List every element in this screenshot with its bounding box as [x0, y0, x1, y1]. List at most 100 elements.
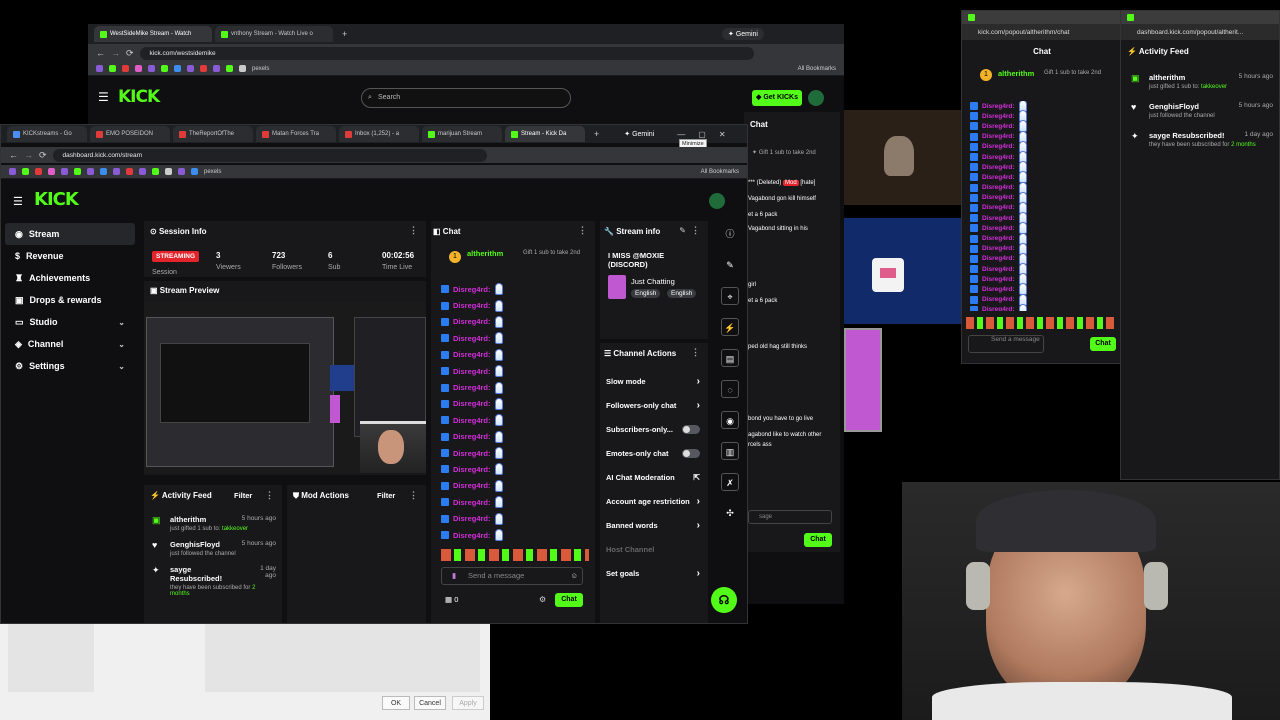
chat-message[interactable]: Disreg4rd:	[970, 252, 1120, 265]
emotes-only-row[interactable]: Emotes-only chat	[600, 441, 708, 465]
edit-icon[interactable]: ✎	[679, 226, 686, 235]
chat-username[interactable]: Disreg4rd:	[982, 113, 1015, 120]
chat-message[interactable]: Disreg4rd:	[970, 110, 1120, 123]
chat-username[interactable]: Disreg4rd:	[453, 481, 491, 490]
bookmark-icon[interactable]	[100, 168, 107, 175]
forward-arrow-icon[interactable]: →	[24, 150, 33, 160]
feed-item[interactable]: ♥ GenghisFloyd 5 hours ago just followed th…	[152, 540, 276, 557]
front-tab[interactable]: KICKstreams - Go	[7, 126, 87, 142]
chat-message[interactable]: Disreg4rd:	[441, 527, 591, 543]
chat-message[interactable]: Disreg4rd:	[441, 478, 591, 494]
feed-item[interactable]: ♥ GenghisFloyd 5 hours ago just followed th…	[1131, 102, 1273, 119]
back-thumbnail-3[interactable]	[844, 328, 882, 432]
kick-logo[interactable]: KICK	[118, 87, 160, 107]
chat-message[interactable]: Disreg4rd:	[970, 171, 1120, 184]
bookmark-icon[interactable]	[122, 65, 129, 72]
activity-filter-button[interactable]: Filter	[234, 491, 252, 500]
chat-username[interactable]: Disreg4rd:	[982, 154, 1015, 161]
feed-item[interactable]: ▣ altherithm 5 hours ago just gifted 1 sub …	[152, 515, 276, 532]
sidebar-item-studio[interactable]: ▭ Studio ⌄	[5, 311, 135, 333]
chat-username[interactable]: Disreg4rd:	[453, 285, 491, 294]
chat-username[interactable]: Disreg4rd:	[453, 399, 491, 408]
bookmark-icon[interactable]	[213, 65, 220, 72]
gear-icon[interactable]: ⚙	[539, 595, 546, 604]
chat-username[interactable]: Disreg4rd:	[453, 531, 491, 540]
popout-chat-scroll[interactable]: Disreg4rd: Disreg4rd: Disreg4rd: Disreg4rd:…	[970, 101, 1120, 311]
sidebar-item-drops[interactable]: ▣ Drops & rewards	[5, 289, 135, 311]
bookmark-icon[interactable]	[200, 65, 207, 72]
chat-message[interactable]: Disreg4rd:	[970, 212, 1120, 225]
chat-username[interactable]: Disreg4rd:	[453, 449, 491, 458]
bookmark-icon[interactable]	[9, 168, 16, 175]
bookmark-icon[interactable]	[74, 168, 81, 175]
banned-words-row[interactable]: Banned words ›	[600, 513, 708, 537]
chat-message[interactable]: Disreg4rd:	[970, 120, 1120, 133]
popout-chat-input[interactable]: Send a message	[968, 335, 1044, 353]
stream-preview-video[interactable]	[144, 303, 426, 473]
back-thumbnail-1[interactable]	[844, 110, 962, 205]
subscribers-only-row[interactable]: Subscribers-only...	[600, 417, 708, 441]
bookmark-icon[interactable]	[48, 168, 55, 175]
chat-message[interactable]: Disreg4rd:	[441, 429, 591, 445]
back-arrow-icon[interactable]: ←	[96, 48, 105, 58]
chat-message[interactable]: Disreg4rd:	[970, 232, 1120, 245]
chat-username[interactable]: Disreg4rd:	[982, 194, 1015, 201]
bookmark-icon[interactable]	[135, 65, 142, 72]
bookmark-icon[interactable]	[187, 65, 194, 72]
bookmark-icon[interactable]	[161, 65, 168, 72]
emoji-icon[interactable]: ☺	[570, 568, 578, 584]
back-address-field[interactable]: kick.com/westsidemike	[139, 46, 754, 60]
chat-message[interactable]: Disreg4rd:	[970, 151, 1120, 164]
chat-username[interactable]: Disreg4rd:	[453, 383, 491, 392]
menu-icon[interactable]: ☰	[98, 90, 109, 104]
chat-send-button[interactable]: Chat	[555, 593, 583, 607]
popout-chat-send-button[interactable]: Chat	[1090, 337, 1116, 351]
apply-button[interactable]: Apply	[452, 696, 484, 710]
set-goals-row[interactable]: Set goals ›	[600, 561, 708, 585]
back-chat-send-button[interactable]: Chat	[804, 533, 832, 547]
gemini-button[interactable]: ✦ Gemini	[722, 28, 764, 40]
chat-username[interactable]: Disreg4rd:	[982, 103, 1015, 110]
chat-username[interactable]: Disreg4rd:	[982, 164, 1015, 171]
back-arrow-icon[interactable]: ←	[9, 150, 18, 160]
gemini-button[interactable]: ✦ Gemini	[624, 130, 654, 138]
pexels-bookmark[interactable]: pexels	[252, 66, 269, 72]
chat-username[interactable]: Disreg4rd:	[982, 225, 1015, 232]
bookmark-icon[interactable]	[109, 65, 116, 72]
front-tab[interactable]: Matan Forces Tra	[256, 126, 336, 142]
chat-username[interactable]: Disreg4rd:	[982, 286, 1015, 293]
bookmark-icon[interactable]	[239, 65, 246, 72]
slow-mode-row[interactable]: Slow mode ›	[600, 369, 708, 393]
chat-username[interactable]: Disreg4rd:	[982, 266, 1015, 273]
chat-message[interactable]: Disreg4rd:	[970, 191, 1120, 204]
edit-icon[interactable]: ✎	[721, 256, 739, 274]
chat-username[interactable]: Disreg4rd:	[453, 432, 491, 441]
chat-message[interactable]: Disreg4rd:	[441, 314, 591, 330]
front-tab[interactable]: TheReportOfThe	[173, 126, 253, 142]
trash-icon[interactable]: ▥	[721, 442, 739, 460]
bookmark-icon[interactable]	[96, 65, 103, 72]
new-tab-button[interactable]: +	[336, 26, 353, 42]
chat-username[interactable]: Disreg4rd:	[982, 245, 1015, 252]
mod-filter-button[interactable]: Filter	[377, 491, 395, 500]
chat-username[interactable]: Disreg4rd:	[453, 416, 491, 425]
chat-username[interactable]: Disreg4rd:	[453, 367, 491, 376]
sidebar-item-settings[interactable]: ⚙ Settings ⌄	[5, 355, 135, 377]
chat-username[interactable]: Disreg4rd:	[982, 133, 1015, 140]
chat-username[interactable]: Disreg4rd:	[982, 174, 1015, 181]
back-chat-input[interactable]: sage	[748, 510, 832, 524]
sidebar-item-channel[interactable]: ◈ Channel ⌄	[5, 333, 135, 355]
chat-message[interactable]: Disreg4rd:	[970, 101, 1120, 113]
forward-arrow-icon[interactable]: →	[111, 48, 120, 58]
chat-message[interactable]: Disreg4rd:	[441, 510, 591, 526]
feed-item[interactable]: ✦ sayge Resubscribed! 1 day ago they have b…	[1131, 131, 1273, 148]
close-icon[interactable]: ✕	[719, 130, 726, 139]
chat-username[interactable]: Disreg4rd:	[453, 317, 491, 326]
more-options-icon[interactable]: ⋮	[409, 490, 418, 501]
chat-message[interactable]: Disreg4rd:	[970, 273, 1120, 286]
front-tab[interactable]: marijuan Stream	[422, 126, 502, 142]
bookmark-icon[interactable]	[22, 168, 29, 175]
chat-username[interactable]: Disreg4rd:	[453, 514, 491, 523]
chat-username[interactable]: Disreg4rd:	[453, 498, 491, 507]
target-icon[interactable]: ⌖	[721, 287, 739, 305]
